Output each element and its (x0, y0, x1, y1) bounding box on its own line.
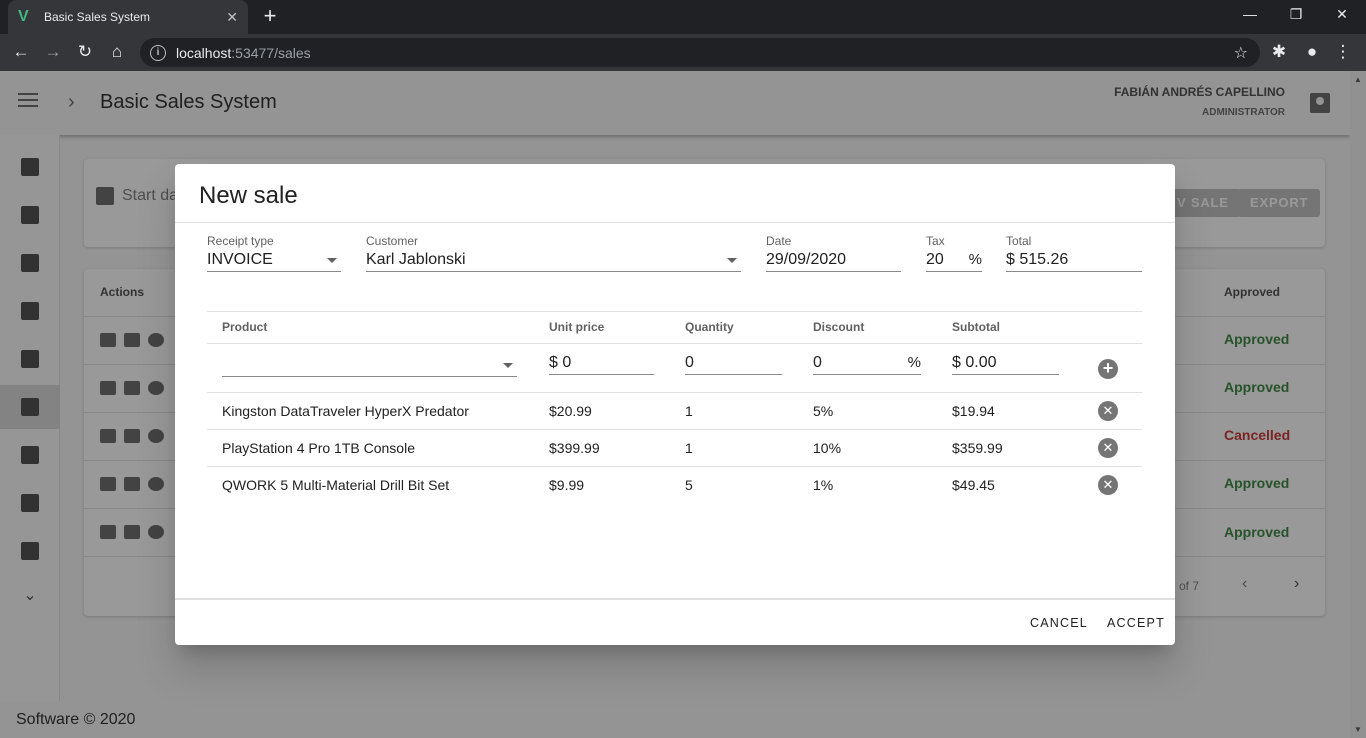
table-row: QWORK 5 Multi-Material Drill Bit Set $9.… (207, 467, 1142, 504)
table-row: PlayStation 4 Pro 1TB Console $399.99 1 … (207, 430, 1142, 467)
customer-select[interactable]: Customer Karl Jablonski (366, 234, 741, 272)
app-root: › Basic Sales System FABIÁN ANDRÉS CAPEL… (0, 71, 1366, 738)
unit-price-cell: $9.99 (549, 477, 585, 493)
quantity-header: Quantity (685, 320, 734, 334)
unit-price-header: Unit price (549, 320, 605, 334)
site-info-icon[interactable]: i (150, 44, 166, 61)
restore-icon[interactable]: ❐ (1286, 6, 1306, 23)
product-cell: Kingston DataTraveler HyperX Predator (222, 403, 469, 419)
subtotal-cell: $49.45 (952, 477, 995, 493)
customer-value: Karl Jablonski (366, 248, 741, 272)
discount-header: Discount (813, 320, 865, 334)
address-bar[interactable]: i localhost:53477/sales ☆ (140, 38, 1260, 67)
discount-cell: 10% (813, 440, 842, 456)
add-item-icon[interactable]: + (1098, 359, 1118, 379)
product-select[interactable] (222, 355, 517, 377)
total-label: Total (1006, 234, 1032, 248)
product-cell: PlayStation 4 Pro 1TB Console (222, 440, 415, 456)
row-divider (207, 343, 1142, 344)
browser-toolbar: ← → ↻ ⌂ i localhost:53477/sales ☆ ✱ ● ⋮ (0, 34, 1366, 71)
discount-cell: 5% (813, 403, 834, 419)
product-cell: QWORK 5 Multi-Material Drill Bit Set (222, 477, 450, 493)
url-path: :53477/sales (231, 44, 311, 61)
bookmark-star-icon[interactable]: ☆ (1234, 43, 1248, 63)
row-divider (207, 311, 1142, 312)
window-close-icon[interactable]: ✕ (1332, 6, 1352, 23)
remove-item-icon[interactable]: ✕ (1098, 475, 1118, 495)
forward-icon[interactable]: → (42, 42, 64, 62)
customer-label: Customer (366, 234, 419, 248)
dialog-title: New sale (199, 182, 298, 209)
quantity-input[interactable]: 0 (685, 353, 782, 375)
quantity-cell: 5 (685, 477, 693, 493)
unit-price-cell: $20.99 (549, 403, 592, 419)
total-field[interactable]: Total $ 515.26 (1006, 234, 1142, 272)
home-button-icon[interactable]: ⌂ (106, 42, 128, 62)
vue-favicon-icon: V (18, 8, 29, 25)
dropdown-caret-icon (727, 258, 737, 263)
tab-close-icon[interactable]: ✕ (226, 9, 238, 26)
receipt-type-value: INVOICE (207, 248, 341, 272)
percent-suffix: % (907, 354, 921, 371)
receipt-type-select[interactable]: Receipt type INVOICE (207, 234, 341, 272)
tax-label: Tax (926, 234, 945, 248)
divider (175, 598, 1175, 600)
remove-item-icon[interactable]: ✕ (1098, 438, 1118, 458)
accept-button[interactable]: ACCEPT (1107, 616, 1165, 630)
receipt-type-label: Receipt type (207, 234, 274, 248)
date-value: 29/09/2020 (766, 248, 901, 272)
product-header: Product (222, 320, 268, 334)
subtotal-cell: $19.94 (952, 403, 995, 419)
tax-value: 20% (926, 248, 982, 272)
reload-icon[interactable]: ↻ (74, 42, 96, 62)
subtotal-cell: $359.99 (952, 440, 1003, 456)
unit-price-input[interactable]: $ 0 (549, 353, 654, 375)
new-sale-dialog: New sale Receipt type INVOICE Customer K… (175, 164, 1175, 645)
dropdown-caret-icon (503, 363, 513, 368)
profile-icon[interactable]: ● (1301, 42, 1323, 62)
divider (175, 222, 1175, 223)
date-field[interactable]: Date 29/09/2020 (766, 234, 901, 272)
extensions-icon[interactable]: ✱ (1268, 42, 1290, 62)
discount-cell: 1% (813, 477, 834, 493)
new-tab-icon[interactable]: + (258, 5, 282, 27)
subtotal-header: Subtotal (952, 320, 1000, 334)
total-value: $ 515.26 (1006, 248, 1142, 272)
quantity-cell: 1 (685, 440, 693, 456)
browser-tab[interactable]: V Basic Sales System ✕ (8, 0, 248, 34)
minimize-icon[interactable]: — (1240, 6, 1260, 22)
table-row: Kingston DataTraveler HyperX Predator $2… (207, 393, 1142, 430)
remove-item-icon[interactable]: ✕ (1098, 401, 1118, 421)
date-label: Date (766, 234, 792, 248)
dropdown-caret-icon (327, 258, 337, 263)
browser-menu-icon[interactable]: ⋮ (1332, 42, 1354, 62)
back-icon[interactable]: ← (10, 42, 32, 62)
browser-tabbar: V Basic Sales System ✕ + — ❐ ✕ (0, 0, 1366, 34)
tab-title: Basic Sales System (44, 10, 151, 24)
unit-price-cell: $399.99 (549, 440, 600, 456)
discount-input[interactable]: 0% (813, 353, 921, 375)
percent-suffix: % (968, 251, 982, 268)
subtotal-input[interactable]: $ 0.00 (952, 353, 1059, 375)
tax-field[interactable]: Tax 20% (926, 234, 982, 272)
cancel-button[interactable]: CANCEL (1030, 616, 1088, 630)
url-host: localhost (176, 44, 232, 61)
quantity-cell: 1 (685, 403, 693, 419)
